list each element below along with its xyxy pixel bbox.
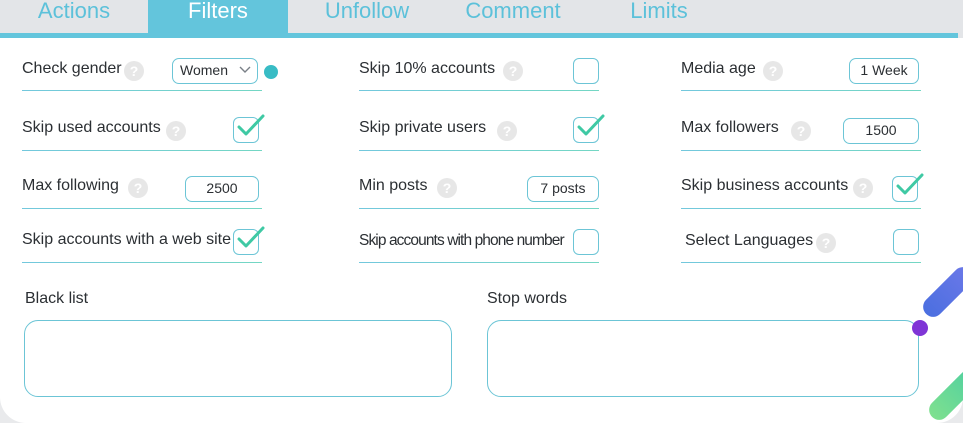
question-circle-icon[interactable]: ? [124,61,144,81]
stop-words-textarea[interactable] [487,320,919,397]
tab-comment[interactable]: Comment [446,0,580,34]
skip-private-users-label: Skip private users [359,119,487,136]
field-divider [681,150,921,151]
checkmark-icon [577,114,605,136]
black-list-label: Black list [25,290,89,307]
skip-used-accounts-label: Skip used accounts [22,119,161,136]
question-circle-icon[interactable]: ? [503,61,523,81]
skip-phone-number-checkbox[interactable] [573,229,599,255]
checkmark-icon [896,173,924,195]
max-following-label: Max following [22,177,119,194]
media-age-input[interactable]: 1 Week [849,58,919,84]
skip-business-accounts-checkbox[interactable] [892,173,924,202]
max-following-field: Max following ? 2500 [22,175,262,215]
select-languages-checkbox[interactable] [893,229,919,255]
field-divider [22,262,262,263]
select-languages-field: Select Languages ? [681,229,921,269]
field-divider [22,90,262,91]
skip-private-users-checkbox[interactable] [573,114,605,143]
skip-10-accounts-checkbox[interactable] [573,58,599,84]
max-following-input[interactable]: 2500 [185,176,259,202]
field-divider [359,150,599,151]
check-gender-field: Check gender ? Women [22,58,262,98]
min-posts-label: Min posts [359,177,428,194]
question-circle-icon[interactable]: ? [763,61,783,81]
question-circle-icon[interactable]: ? [853,178,873,198]
select-languages-label: Select Languages [685,232,814,249]
tab-actions[interactable]: Actions [0,0,148,34]
question-circle-icon[interactable]: ? [437,178,457,198]
stop-words-label: Stop words [487,290,568,307]
status-dot [264,65,278,79]
tab-underline [0,33,958,38]
field-divider [359,208,599,209]
skip-phone-number-label: Skip accounts with phone number [359,232,565,249]
skip-web-site-label: Skip accounts with a web site [22,231,231,248]
field-divider [22,208,262,209]
skip-web-site-field: Skip accounts with a web site [22,226,265,269]
field-divider [359,262,599,263]
question-circle-icon[interactable]: ? [816,233,836,253]
tab-unfollow[interactable]: Unfollow [300,0,434,34]
checkmark-icon [237,226,265,248]
min-posts-field: Min posts ? 7 posts [359,175,599,215]
chevron-down-icon [239,66,251,73]
decorative-purple-dot [912,320,928,336]
filters-panel: Actions Filters Unfollow Comment Limits … [0,0,963,423]
max-followers-input[interactable]: 1500 [843,118,919,144]
media-age-field: Media age ? 1 Week [681,58,921,98]
skip-10-accounts-field: Skip 10% accounts ? [359,58,599,98]
question-circle-icon[interactable]: ? [497,121,517,141]
skip-private-users-field: Skip private users ? [359,114,605,157]
question-circle-icon[interactable]: ? [166,121,186,141]
question-circle-icon[interactable]: ? [791,121,811,141]
gender-select-value: Women [180,62,228,78]
question-circle-icon[interactable]: ? [128,178,148,198]
skip-business-accounts-field: Skip business accounts ? [681,173,924,215]
skip-business-accounts-label: Skip business accounts [681,177,849,194]
min-posts-input[interactable]: 7 posts [527,176,599,202]
tab-limits[interactable]: Limits [604,0,714,34]
check-gender-label: Check gender [22,60,122,77]
skip-web-site-checkbox[interactable] [233,226,265,255]
skip-phone-number-field: Skip accounts with phone number [359,229,599,269]
field-divider [681,90,921,91]
field-divider [22,150,262,151]
tab-filters[interactable]: Filters [148,0,288,34]
field-divider [681,262,921,263]
gender-select[interactable]: Women [172,58,258,84]
skip-10-accounts-label: Skip 10% accounts [359,60,496,77]
field-divider [359,90,599,91]
skip-used-accounts-checkbox[interactable] [233,114,265,143]
skip-used-accounts-field: Skip used accounts ? [22,114,265,157]
field-divider [681,208,921,209]
max-followers-field: Max followers ? 1500 [681,117,921,157]
black-list-textarea[interactable] [24,320,452,397]
media-age-label: Media age [681,60,756,77]
max-followers-label: Max followers [681,119,779,136]
checkmark-icon [237,114,265,136]
